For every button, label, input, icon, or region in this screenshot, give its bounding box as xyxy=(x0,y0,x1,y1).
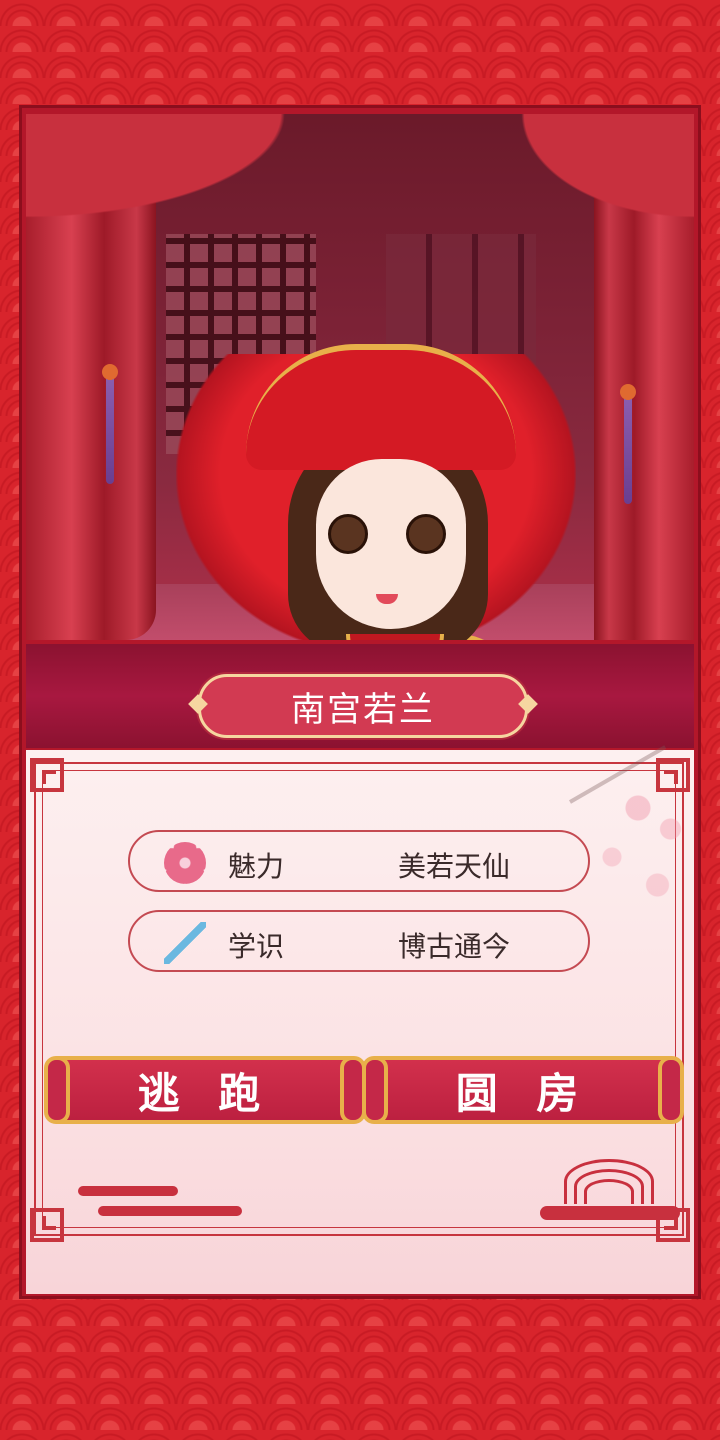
consummate-button[interactable]: 圆 房 xyxy=(362,1056,684,1124)
consummate-button-label: 圆 房 xyxy=(455,1068,591,1118)
cloud-stroke-decoration xyxy=(78,1186,242,1220)
tassel-left xyxy=(102,364,118,484)
tassel-right xyxy=(620,384,636,504)
name-plate: 南宫若兰 xyxy=(198,674,528,738)
character-portrait xyxy=(26,114,694,640)
deco-arc xyxy=(584,1179,634,1204)
writing-brush-icon xyxy=(164,922,206,964)
corner-ornament xyxy=(30,1208,64,1242)
stat-label: 学识 xyxy=(228,930,285,963)
sun-arc-decoration xyxy=(540,1159,680,1228)
deco-line xyxy=(540,1206,680,1220)
deco-line xyxy=(98,1206,242,1216)
stat-value: 博古通今 xyxy=(398,930,511,963)
curtain-drape-left xyxy=(26,114,326,234)
stat-value: 美若天仙 xyxy=(398,850,511,883)
eye-left xyxy=(328,514,368,554)
curtain-drape-right xyxy=(494,114,694,234)
escape-button-label: 逃 跑 xyxy=(137,1068,273,1118)
stat-label: 魅力 xyxy=(228,850,285,883)
escape-button[interactable]: 逃 跑 xyxy=(44,1056,366,1124)
deco-line xyxy=(78,1186,178,1196)
corner-ornament xyxy=(30,758,64,792)
stat-row-knowledge: 学识 博古通今 xyxy=(128,910,590,972)
stat-row-charm: 魅力 美若天仙 xyxy=(128,830,590,892)
eye-right xyxy=(406,514,446,554)
character-name: 南宫若兰 xyxy=(291,689,435,730)
robe-collar xyxy=(346,634,444,640)
plum-blossom-icon xyxy=(164,842,206,884)
